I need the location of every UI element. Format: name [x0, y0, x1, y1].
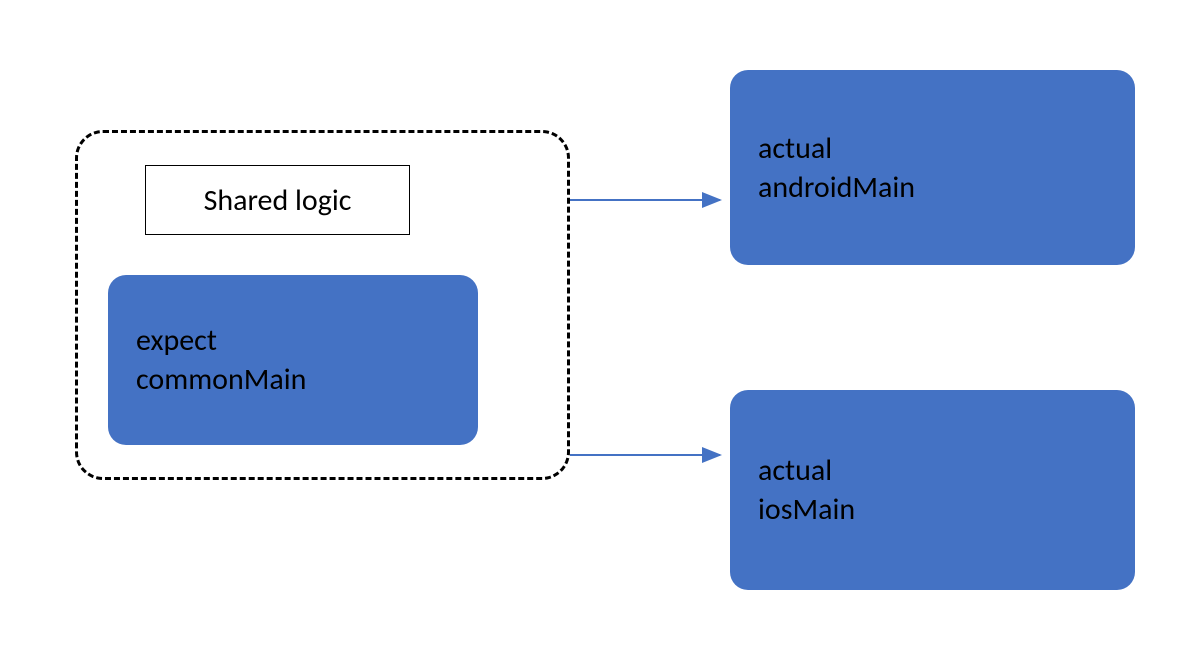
common-main-box: expect commonMain — [108, 275, 478, 445]
android-main-line2: androidMain — [758, 168, 1107, 207]
ios-main-box: actual iosMain — [730, 390, 1135, 590]
android-main-box: actual androidMain — [730, 70, 1135, 265]
ios-main-line1: actual — [758, 451, 1107, 490]
common-main-line2: commonMain — [136, 360, 450, 399]
ios-main-line2: iosMain — [758, 490, 1107, 529]
common-main-line1: expect — [136, 321, 450, 360]
android-main-line1: actual — [758, 129, 1107, 168]
shared-logic-label: Shared logic — [204, 182, 352, 219]
arrow-to-ios — [570, 450, 730, 460]
arrow-to-android — [570, 195, 730, 205]
shared-logic-label-box: Shared logic — [145, 165, 410, 235]
